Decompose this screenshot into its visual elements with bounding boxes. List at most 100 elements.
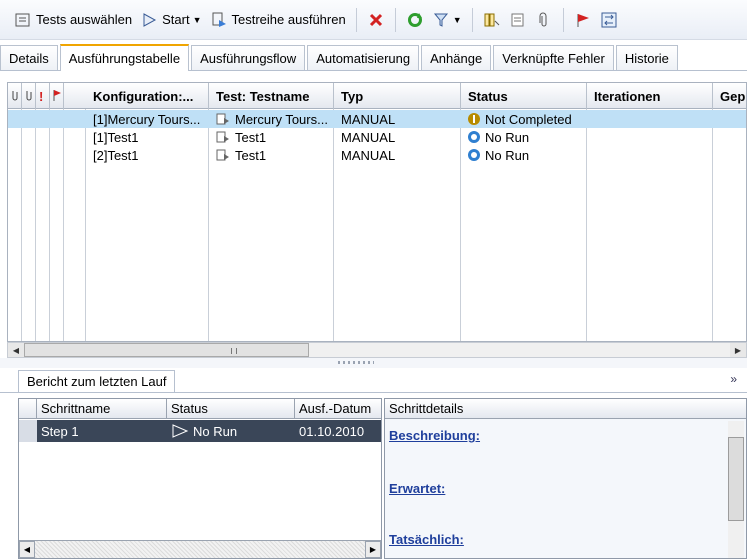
testname-text: Mercury Tours...	[235, 111, 328, 127]
steps-horizontal-scrollbar[interactable]: ◀ ▶	[19, 540, 381, 558]
columns-icon	[483, 11, 501, 29]
tab-details[interactable]: Details	[0, 45, 58, 70]
play-icon	[171, 424, 189, 438]
run-test-set-button[interactable]: Testreihe ausführen	[206, 7, 350, 33]
delete-button[interactable]	[363, 7, 389, 33]
run-test-set-label: Testreihe ausführen	[231, 12, 346, 27]
grip-icon	[231, 348, 237, 354]
no-run-icon	[468, 131, 480, 143]
type-cell: MANUAL	[341, 147, 396, 163]
status-column-header[interactable]: Status	[461, 83, 587, 109]
play-icon	[140, 11, 158, 29]
step-status-column-header[interactable]: Status	[167, 399, 295, 419]
start-label: Start	[162, 12, 190, 27]
not-completed-icon	[468, 113, 480, 125]
paperclip-icon	[10, 89, 20, 104]
testname-text: Test1	[235, 147, 267, 163]
details-vertical-scrollbar[interactable]	[728, 421, 744, 558]
manual-test-icon	[216, 113, 230, 125]
status-cell: Not Completed	[461, 110, 587, 128]
scroll-right-button[interactable]: ▶	[730, 343, 746, 357]
config-cell: [2]Test1	[93, 147, 139, 163]
config-cell: [1]Mercury Tours...	[93, 111, 201, 127]
table-row[interactable]: Step 1 No Run 01.10.2010	[19, 420, 381, 442]
chevron-down-icon[interactable]: ▼	[193, 15, 202, 25]
table-row[interactable]: [2]Test1 Test1 MANUAL No Run	[8, 146, 746, 164]
flag-icon	[52, 89, 62, 104]
select-tests-icon	[14, 11, 32, 29]
step-name-cell: Step 1	[41, 423, 79, 439]
toolbar-divider	[562, 7, 564, 32]
filter-icon	[432, 11, 450, 29]
filter-button[interactable]: ▼	[428, 7, 466, 33]
manual-test-icon	[216, 149, 230, 161]
start-button[interactable]: Start ▼	[136, 7, 205, 33]
type-cell: MANUAL	[341, 129, 396, 145]
toolbar: Tests auswählen Start ▼ Testreihe ausfüh…	[0, 0, 747, 40]
tab-execution-flow[interactable]: Ausführungsflow	[191, 45, 306, 70]
actual-label[interactable]: Tatsächlich:	[389, 532, 464, 547]
scroll-left-button[interactable]: ◀	[19, 541, 35, 558]
tab-execution-grid[interactable]: Ausführungstabelle	[59, 44, 190, 71]
sync-icon	[600, 11, 618, 29]
flag-column-header[interactable]	[50, 83, 64, 109]
paperclip-icon	[24, 89, 34, 104]
status-cell: No Run	[461, 146, 587, 164]
config-cell: [1]Test1	[93, 129, 139, 145]
table-row[interactable]: [1]Test1 Test1 MANUAL No Run	[8, 128, 746, 146]
attachment-column-header-2[interactable]	[22, 83, 36, 109]
step-name-column-header[interactable]: Schrittname	[37, 399, 167, 419]
edit-document-icon	[509, 11, 527, 29]
grid-horizontal-scrollbar[interactable]: ◀ ▶	[7, 342, 747, 358]
tab-linked-defects[interactable]: Verknüpfte Fehler	[493, 45, 614, 70]
status-text: No Run	[485, 129, 530, 145]
chevron-down-icon[interactable]: ▼	[453, 15, 462, 25]
type-cell: MANUAL	[341, 111, 396, 127]
collapse-panel-icon[interactable]: »	[730, 372, 737, 386]
flag-button[interactable]	[570, 7, 596, 33]
paperclip-icon	[535, 11, 553, 29]
no-run-icon	[468, 149, 480, 161]
select-tests-button[interactable]: Tests auswählen	[10, 7, 136, 33]
scroll-thumb[interactable]	[728, 437, 744, 521]
config-column-header[interactable]: Konfiguration:...	[86, 83, 209, 109]
iterations-column-header[interactable]: Iterationen	[587, 83, 713, 109]
tab-automation[interactable]: Automatisierung	[307, 45, 420, 70]
testname-text: Test1	[235, 129, 267, 145]
edit-button[interactable]	[505, 7, 531, 33]
scroll-right-button[interactable]: ▶	[365, 541, 381, 558]
testname-column-header[interactable]: Test: Testname	[209, 83, 334, 109]
testname-cell: Mercury Tours...	[209, 110, 334, 128]
refresh-icon	[406, 11, 424, 29]
run-date-column-header[interactable]: Ausf.-Datum	[295, 399, 381, 419]
sync-button[interactable]	[596, 7, 622, 33]
select-tests-label: Tests auswählen	[36, 12, 133, 27]
testname-cell: Test1	[209, 146, 334, 164]
type-column-header[interactable]: Typ	[334, 83, 461, 109]
scroll-thumb[interactable]	[24, 343, 309, 357]
step-status-text: No Run	[193, 423, 238, 439]
scroll-left-button[interactable]: ◀	[8, 343, 24, 357]
grid-header: ! Konfiguration:... Test: Testname Typ S…	[8, 83, 746, 109]
toolbar-divider	[471, 7, 473, 32]
row-selector[interactable]	[19, 420, 37, 442]
columns-button[interactable]	[479, 7, 505, 33]
refresh-button[interactable]	[402, 7, 428, 33]
tab-history[interactable]: Historie	[615, 45, 678, 70]
attachment-button[interactable]	[531, 7, 557, 33]
tab-last-run-report[interactable]: Bericht zum letzten Lauf	[18, 370, 176, 392]
manual-test-icon	[216, 131, 230, 143]
tab-attachments[interactable]: Anhänge	[421, 45, 492, 70]
step-details-title: Schrittdetails	[385, 399, 746, 419]
panel-splitter[interactable]	[0, 358, 747, 368]
planned-column-header[interactable]: Gep	[713, 83, 746, 109]
step-status-cell: No Run	[167, 420, 295, 442]
table-row[interactable]: [1]Mercury Tours... Mercury Tours... MAN…	[8, 110, 746, 128]
toolbar-divider	[394, 7, 396, 32]
priority-column-header[interactable]: !	[36, 83, 50, 109]
status-text: No Run	[485, 147, 530, 163]
description-label[interactable]: Beschreibung:	[389, 428, 480, 443]
execution-grid: ! Konfiguration:... Test: Testname Typ S…	[7, 82, 747, 342]
attachment-column-header[interactable]	[8, 83, 22, 109]
expected-label[interactable]: Erwartet:	[389, 481, 445, 496]
